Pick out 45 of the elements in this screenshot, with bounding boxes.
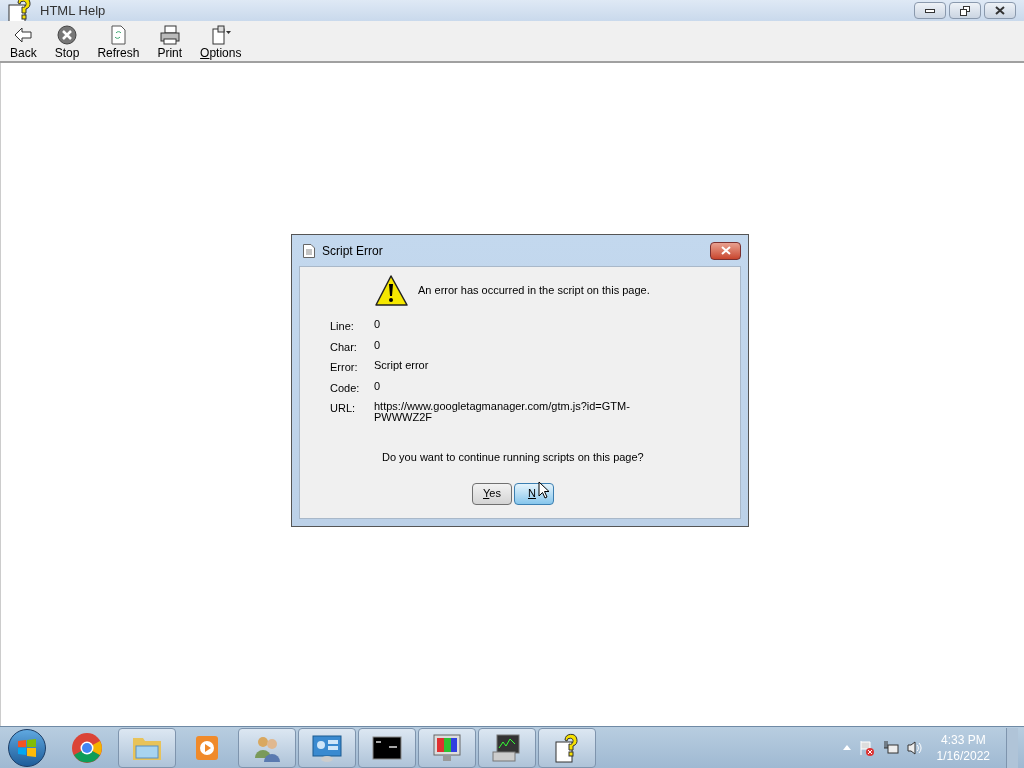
- field-value: https://www.googletagmanager.com/gtm.js?id=GTM- PWWWZ2F: [374, 400, 630, 423]
- field-value: 0: [374, 379, 381, 394]
- toolbar-button[interactable]: Print: [151, 21, 189, 60]
- taskbar-button[interactable]: [478, 727, 536, 768]
- close-button[interactable]: [710, 241, 741, 260]
- printer-icon: [158, 25, 181, 45]
- windows-logo-icon: [17, 737, 37, 758]
- field-label: Line:: [330, 319, 355, 334]
- toolbar-button[interactable]: Stop: [48, 21, 86, 60]
- chrome-icon: [71, 731, 103, 764]
- mouse-cursor-icon: [538, 480, 550, 499]
- monitor-icon: [431, 731, 463, 764]
- field-label: Char:: [330, 339, 358, 355]
- start-button[interactable]: [8, 728, 46, 767]
- network-monitor-icon: [491, 731, 523, 764]
- dialog-title: Script Error: [322, 242, 383, 260]
- toolbar-button[interactable]: Options: [194, 21, 248, 60]
- close-button[interactable]: [984, 2, 1016, 19]
- flag-error-icon[interactable]: [858, 739, 875, 756]
- network-icon[interactable]: [882, 739, 899, 756]
- field-label: Code:: [330, 380, 361, 396]
- warning-icon: [375, 275, 408, 306]
- question-text: Do you want to continue running scripts on this page?: [382, 450, 645, 465]
- toolbar-button[interactable]: Refresh: [91, 21, 146, 60]
- error-message: An error has occurred in the script on this page.: [418, 283, 650, 299]
- minimize-icon: [925, 8, 935, 13]
- field-label: Error:: [330, 360, 359, 375]
- toolbar-button[interactable]: Back: [4, 21, 43, 60]
- restore-icon: [960, 5, 970, 16]
- document-icon: [303, 243, 315, 258]
- field-value: Script error: [374, 359, 429, 373]
- field-label: URL:: [330, 401, 357, 416]
- close-icon: [995, 6, 1005, 15]
- taskbar-button[interactable]: [358, 727, 416, 768]
- minimize-button[interactable]: [914, 2, 946, 19]
- speaker-icon[interactable]: [906, 739, 923, 756]
- restore-button[interactable]: [949, 2, 981, 19]
- window-title: HTML Help: [40, 1, 106, 20]
- field-value: 0: [374, 338, 381, 353]
- options-icon: [209, 25, 232, 45]
- field-value: 0: [374, 318, 381, 332]
- dialog-button[interactable]: Yes: [472, 482, 512, 505]
- back-arrow-icon: [12, 25, 35, 45]
- close-icon: [720, 246, 731, 255]
- stop-icon: [56, 25, 79, 45]
